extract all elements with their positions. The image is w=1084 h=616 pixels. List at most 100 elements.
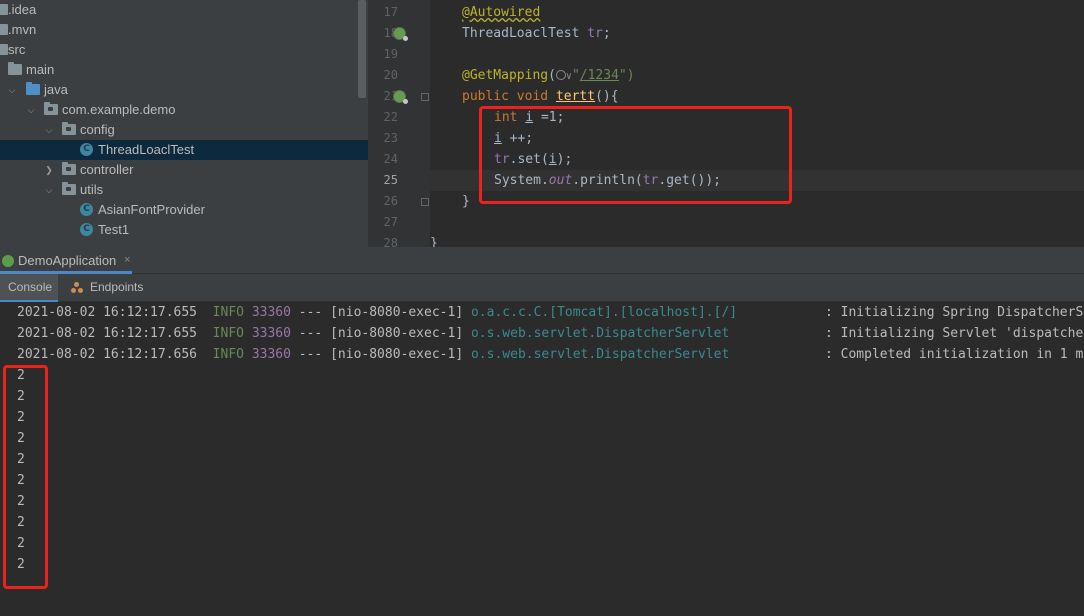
spring-bean-icon[interactable] — [393, 27, 408, 41]
chevron-down-icon[interactable]: ⌵ — [43, 120, 55, 140]
log-timestamp: 2021-08-02 16:12:17.656 — [17, 347, 198, 362]
tab-console-label: Console — [8, 280, 53, 294]
code-editor[interactable]: 17 18 19 20 21 22 23 24 25 26 27 28 @Aut… — [368, 0, 1084, 247]
package-icon — [44, 102, 58, 115]
keyword: public — [462, 89, 509, 104]
tree-item-main[interactable]: main — [0, 60, 368, 80]
close-icon[interactable]: × — [124, 247, 130, 274]
tree-item-mvn[interactable]: .mvn — [0, 20, 368, 40]
log-separator: --- — [298, 347, 323, 362]
tree-item-label: controller — [80, 162, 134, 177]
log-line: 2021-08-02 16:12:17.655 INFO 33360 --- [… — [17, 323, 729, 344]
tree-item-utils[interactable]: ⌵ utils — [0, 180, 368, 200]
chevron-down-icon[interactable]: ⌵ — [6, 80, 18, 100]
tree-item-config[interactable]: ⌵ config — [0, 120, 368, 140]
code-token: } — [430, 236, 438, 247]
chevron-down-icon[interactable]: ⌵ — [25, 100, 37, 120]
tree-scrollbar[interactable] — [358, 0, 366, 98]
line-number: 19 — [383, 47, 398, 61]
code-line-26: } — [462, 191, 470, 212]
code-line-20: @GetMapping(∨"/1234") — [462, 65, 635, 86]
keyword: void — [516, 89, 549, 104]
package-icon — [62, 182, 76, 195]
log-level: INFO — [212, 305, 244, 320]
line-number: 24 — [383, 152, 398, 166]
chevron-down-icon[interactable]: ⌵ — [43, 180, 55, 200]
tab-endpoints-label: Endpoints — [90, 280, 144, 294]
annotation: @GetMapping — [462, 68, 549, 83]
run-subtabs: Console Endpoints — [0, 274, 1084, 302]
tree-item-label: main — [26, 62, 55, 77]
tree-item-label: Test1 — [98, 222, 130, 237]
class-icon: C — [80, 223, 93, 236]
log-separator: --- — [298, 326, 323, 341]
line-number: 26 — [383, 194, 398, 208]
run-tab-label: DemoApplication — [18, 253, 117, 268]
tree-item-label: config — [80, 122, 115, 137]
tree-item-label: .mvn — [8, 22, 37, 37]
tree-item-src[interactable]: src — [0, 40, 368, 60]
folder-icon — [8, 62, 22, 75]
log-line: 2021-08-02 16:12:17.655 INFO 33360 --- [… — [17, 302, 737, 323]
type-name: ThreadLoaclTest — [462, 26, 580, 41]
line-number: 23 — [383, 131, 398, 145]
class-icon: C — [80, 143, 93, 156]
tree-item-label: AsianFontProvider — [98, 202, 205, 217]
line-number-current: 25 — [383, 173, 398, 187]
log-timestamp: 2021-08-02 16:12:17.655 — [17, 326, 198, 341]
line-number: 28 — [383, 236, 398, 247]
run-tab-demoapplication[interactable]: DemoApplication — [0, 247, 133, 274]
tab-console[interactable]: Console — [0, 274, 59, 302]
code-token: ( — [548, 68, 556, 83]
log-message: : Completed initialization in 1 ms — [825, 347, 1084, 362]
console-output[interactable]: 2021-08-02 16:12:17.655 INFO 33360 --- [… — [0, 302, 1084, 616]
log-separator: --- — [298, 305, 323, 320]
tab-endpoints[interactable]: Endpoints — [90, 274, 143, 302]
tree-item-label: src — [8, 42, 26, 57]
code-line-18: ThreadLoaclTest tr; — [462, 23, 611, 44]
tree-item-threadloacltest[interactable]: C ThreadLoaclTest — [0, 140, 368, 160]
tree-item-label: com.example.demo — [62, 102, 176, 117]
tree-item-asianfontprovider[interactable]: C AsianFontProvider — [0, 200, 368, 220]
project-tree: .idea .mvn src main ⌵ java ⌵ com.example… — [0, 0, 368, 247]
tree-item-test1[interactable]: C Test1 — [0, 220, 368, 240]
annotation: @Autowired — [462, 5, 541, 20]
spring-boot-icon — [2, 255, 14, 267]
tree-item-label: utils — [80, 182, 104, 197]
run-tool-window-header: DemoApplication × — [0, 247, 1084, 274]
code-line-17: @Autowired — [462, 2, 540, 23]
folder-icon — [0, 44, 8, 55]
code-token: } — [462, 194, 470, 209]
log-message: : Initializing Spring DispatcherServlet … — [825, 305, 1084, 320]
endpoints-icon — [71, 282, 83, 294]
fold-marker-icon[interactable] — [421, 198, 429, 206]
log-message: : Initializing Servlet 'dispatcherServle… — [825, 326, 1084, 341]
code-token: (){ — [595, 89, 619, 104]
tree-item-idea[interactable]: .idea — [0, 0, 368, 20]
folder-icon — [0, 24, 8, 35]
tree-item-java[interactable]: ⌵ java — [0, 80, 368, 100]
line-number: 22 — [383, 110, 398, 124]
output-highlight-box — [3, 365, 48, 589]
endpoint-path-link[interactable]: /1234 — [580, 68, 619, 83]
log-level: INFO — [212, 347, 244, 362]
folder-icon — [0, 4, 8, 15]
log-logger: o.s.web.servlet.DispatcherServlet — [470, 326, 730, 341]
line-number: 20 — [383, 68, 398, 82]
tree-item-controller[interactable]: ❯ controller — [0, 160, 368, 180]
globe-icon[interactable] — [555, 70, 566, 80]
log-pid: 33360 — [251, 326, 291, 341]
log-pid: 33360 — [251, 305, 291, 320]
log-logger: o.s.web.servlet.DispatcherServlet — [470, 347, 730, 362]
package-icon — [62, 122, 76, 135]
code-line-21: public void tertt(){ — [462, 86, 619, 107]
log-level: INFO — [212, 326, 244, 341]
code-token: ; — [602, 26, 611, 41]
log-logger: o.a.c.c.C.[Tomcat].[localhost].[/] — [470, 305, 738, 320]
code-line-28: } — [430, 233, 438, 247]
tree-item-com-example-demo[interactable]: ⌵ com.example.demo — [0, 100, 368, 120]
log-pid: 33360 — [251, 347, 291, 362]
fold-marker-icon[interactable] — [421, 93, 429, 101]
spring-endpoint-icon[interactable] — [393, 90, 408, 104]
chevron-right-icon[interactable]: ❯ — [43, 160, 55, 180]
